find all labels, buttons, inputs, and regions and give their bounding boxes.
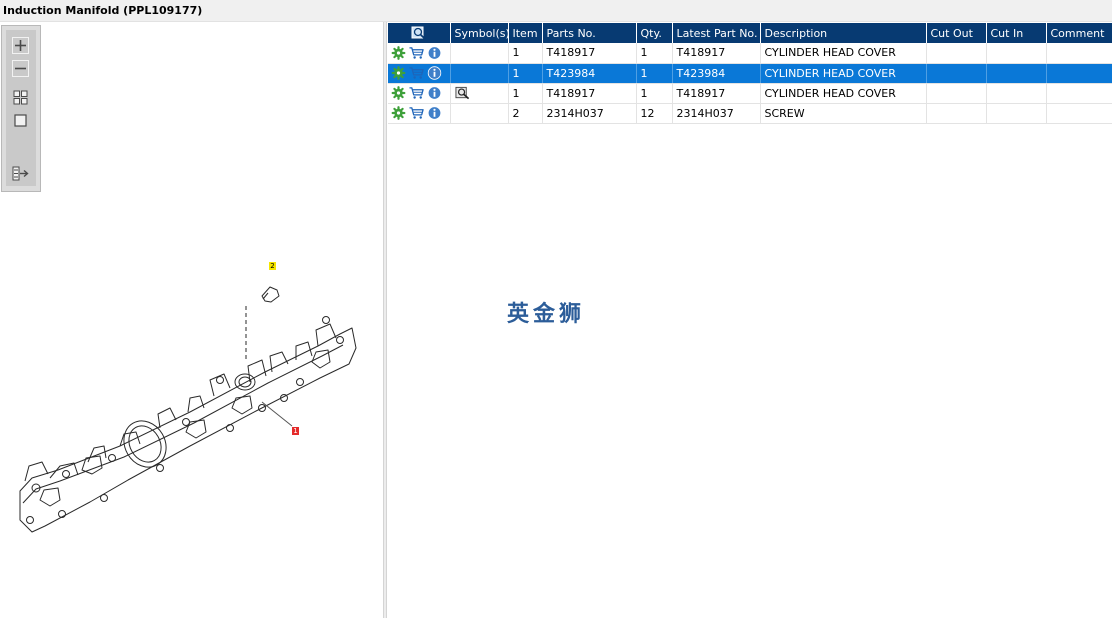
cart-icon[interactable] (409, 86, 424, 100)
column-header-description[interactable]: Description (760, 23, 927, 43)
row-comment-cell (1046, 43, 1112, 64)
column-header-cut-in[interactable]: Cut In (986, 23, 1047, 43)
row-parts-no-cell: T423984 (542, 63, 637, 84)
row-parts-no-cell: 2314H037 (542, 103, 637, 124)
row-cut-in-cell (986, 83, 1047, 104)
row-latest-part-no-cell: T418917 (672, 83, 761, 104)
gear-icon[interactable] (391, 66, 406, 80)
row-description-cell: CYLINDER HEAD COVER (760, 63, 927, 84)
row-actions-cell (388, 103, 451, 124)
row-parts-no-cell: T418917 (542, 43, 637, 64)
gear-icon[interactable] (391, 45, 406, 60)
row-parts-no-cell: T418917 (542, 83, 637, 104)
row-symbol-cell (450, 83, 509, 104)
diagram-pane[interactable]: 2 1 (0, 22, 383, 618)
row-item-cell: 1 (508, 43, 543, 64)
row-comment-cell (1046, 63, 1112, 84)
row-cut-in-cell (986, 103, 1047, 124)
info-icon[interactable] (427, 66, 442, 80)
row-item-cell: 2 (508, 103, 543, 124)
gear-icon[interactable] (391, 106, 406, 120)
row-cut-in-cell (986, 43, 1047, 64)
row-comment-cell (1046, 83, 1112, 104)
column-header-symbols[interactable]: Symbol(s) (450, 23, 509, 43)
row-qty-cell: 1 (636, 83, 673, 104)
table-row[interactable]: 1 T418917 1 T418917 CYLINDER HEAD COVER (388, 83, 1112, 104)
row-actions-cell (388, 63, 451, 84)
table-row[interactable]: 1 T418917 1 T418917 CYLINDER HEAD COVER (388, 43, 1112, 64)
row-latest-part-no-cell: T418917 (672, 43, 761, 64)
row-cut-out-cell (926, 103, 987, 124)
callout-2-label[interactable]: 2 (269, 262, 276, 270)
row-actions-cell (388, 83, 451, 104)
cart-icon[interactable] (409, 66, 424, 80)
callout-1-label[interactable]: 1 (292, 427, 299, 435)
info-icon[interactable] (427, 106, 442, 120)
column-header-item[interactable]: Item (508, 23, 543, 43)
window-title: Induction Manifold (PPL109177) (3, 4, 203, 17)
column-header-actions[interactable] (388, 23, 451, 43)
row-cut-out-cell (926, 83, 987, 104)
parts-table: Symbol(s) Item Parts No. Qty. Latest Par… (388, 23, 1112, 124)
parts-list-pane: Symbol(s) Item Parts No. Qty. Latest Par… (387, 22, 1112, 618)
info-icon[interactable] (427, 46, 442, 60)
search-parts-icon[interactable] (411, 26, 427, 40)
cart-icon[interactable] (409, 106, 424, 120)
row-symbol-cell (450, 63, 509, 84)
table-row[interactable]: 1 T423984 1 T423984 CYLINDER HEAD COVER (388, 63, 1112, 84)
row-qty-cell: 12 (636, 103, 673, 124)
column-header-parts-no[interactable]: Parts No. (542, 23, 637, 43)
table-header-row: Symbol(s) Item Parts No. Qty. Latest Par… (388, 23, 1112, 43)
row-item-cell: 1 (508, 63, 543, 84)
cart-icon[interactable] (409, 46, 424, 60)
row-qty-cell: 1 (636, 63, 673, 84)
row-qty-cell: 1 (636, 43, 673, 64)
column-header-latest-part-no[interactable]: Latest Part No. (672, 23, 761, 43)
exploded-parts-diagram[interactable] (0, 22, 383, 618)
manifold-drawing (19, 286, 357, 533)
column-header-comment[interactable]: Comment (1046, 23, 1112, 43)
gear-icon[interactable] (391, 86, 406, 100)
row-description-cell: CYLINDER HEAD COVER (760, 43, 927, 64)
row-symbol-cell (450, 103, 509, 124)
row-description-cell: SCREW (760, 103, 927, 124)
row-item-cell: 1 (508, 83, 543, 104)
watermark-text: 英金狮 (507, 302, 586, 327)
window-titlebar: Induction Manifold (PPL109177) (0, 0, 1112, 22)
table-row[interactable]: 2 2314H037 12 2314H037 SCREW (388, 103, 1112, 124)
column-header-qty[interactable]: Qty. (636, 23, 673, 43)
info-icon[interactable] (427, 86, 442, 100)
row-cut-out-cell (926, 43, 987, 64)
row-comment-cell (1046, 103, 1112, 124)
row-symbol-cell (450, 43, 509, 64)
row-cut-out-cell (926, 63, 987, 84)
row-latest-part-no-cell: 2314H037 (672, 103, 761, 124)
illustration-lookup-icon[interactable] (454, 86, 470, 100)
row-description-cell: CYLINDER HEAD COVER (760, 83, 927, 104)
row-cut-in-cell (986, 63, 1047, 84)
row-actions-cell (388, 43, 451, 64)
column-header-cut-out[interactable]: Cut Out (926, 23, 987, 43)
row-latest-part-no-cell: T423984 (672, 63, 761, 84)
